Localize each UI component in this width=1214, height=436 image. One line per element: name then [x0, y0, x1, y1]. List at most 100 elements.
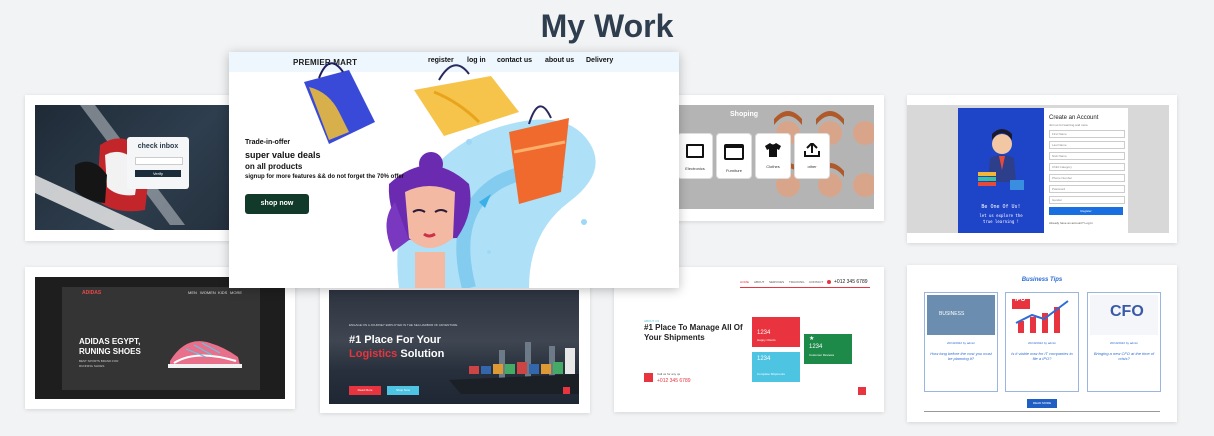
category-label: Electronics	[685, 166, 705, 171]
hero-headline-1: super value deals	[245, 150, 321, 160]
field-child-category[interactable]: Child Category	[1049, 163, 1125, 171]
running-shoe-image	[168, 341, 242, 368]
call-label: Call us for any qs	[657, 372, 681, 376]
sofa-icon	[724, 144, 744, 160]
project-screenshot: Business Tips BUSINESS 20/10/2022 by adm…	[917, 275, 1167, 415]
business-title: Business Tips	[1021, 277, 1063, 283]
shipments-headline-2: Your Shipments	[644, 333, 705, 342]
blog-post-3[interactable]: CFO 20/10/2022 by admin Bringing a new C…	[1087, 292, 1161, 392]
student-illustration	[978, 129, 1024, 190]
category-label: Clothes	[766, 164, 780, 169]
field-gender[interactable]: Gender	[1049, 196, 1125, 204]
call-number: +012 345 6789	[657, 378, 691, 384]
adidas-nav-men[interactable]: MEN	[188, 290, 197, 295]
nav-tracking[interactable]: TRACKING	[789, 280, 805, 284]
login-link[interactable]: Already have an account? Log In	[1049, 221, 1093, 225]
form-title: Create an Account	[1049, 115, 1099, 121]
post-caption: Is it viable now for IT companies to fil…	[1011, 351, 1073, 361]
phone-icon	[827, 280, 831, 284]
project-card-logistics[interactable]: ENGAGE ON A JOURNEY EMPLOYED IN THE SEA …	[320, 270, 590, 413]
nav-underline	[740, 287, 870, 288]
stat-value: 1234	[757, 330, 771, 336]
form-subtitle: Join us for learning and more	[1049, 123, 1088, 127]
adidas-hero: ADIDAS MEN WOMEN KIDS MORE ADIDAS EGYPT,…	[62, 287, 260, 390]
featured-project-premier-mart[interactable]: PREMIER MART register log in contact us …	[229, 52, 679, 288]
logistics-headline-1: #1 Place For Your	[349, 334, 441, 346]
read-more-button[interactable]: Read More	[349, 386, 381, 395]
adidas-headline-1: ADIDAS EGYPT,	[79, 337, 141, 346]
shop-now-button[interactable]: shop now	[245, 194, 309, 214]
code-input[interactable]	[135, 157, 183, 165]
post-date: 20/10/2022 by admin	[946, 341, 976, 345]
blog-post-1[interactable]: BUSINESS 20/10/2022 by admin How long be…	[924, 292, 998, 392]
field-last-name[interactable]: Last Name	[1049, 141, 1125, 149]
adidas-nav-kids[interactable]: KIDS	[218, 290, 227, 295]
register-button[interactable]: Register	[1049, 207, 1123, 215]
logistics-rest: Solution	[397, 348, 445, 360]
logistics-headline-2: Logistics Solution	[349, 348, 444, 360]
image-label: BUSINESS	[939, 311, 965, 317]
hero-headline-2: on all products	[245, 162, 303, 171]
adidas-nav-women[interactable]: WOMEN	[200, 290, 216, 295]
post-date: 20/10/2022 by admin	[1027, 341, 1057, 345]
nav-home[interactable]: HOME	[740, 280, 749, 284]
account-tagline: Be One Of Us!	[981, 204, 1021, 210]
nav-services[interactable]: SERVICES	[769, 280, 784, 284]
logistics-accent: Logistics	[349, 348, 398, 360]
category-label: Furniture	[725, 168, 742, 173]
header-phone: +012 345 6789	[834, 279, 868, 285]
project-screenshot: ADIDAS MEN WOMEN KIDS MORE ADIDAS EGYPT,…	[35, 277, 285, 399]
field-password[interactable]: Password	[1049, 185, 1125, 193]
shipments-headline-1: #1 Place To Manage All Of	[644, 323, 743, 332]
category-other[interactable]: other	[794, 133, 830, 179]
scroll-top-button[interactable]	[858, 387, 866, 395]
upload-icon	[804, 143, 820, 157]
project-card-shipments[interactable]: HOME ABOUT SERVICES TRACKING CONTACT +01…	[614, 267, 884, 412]
blog-post-2[interactable]: IPO 20/10/2022 by admin Is it viable now…	[1005, 292, 1079, 392]
stat-label: Customer Reviews	[809, 353, 835, 357]
stat-happy-clients: 1234 Happy Clients	[752, 317, 800, 347]
category-electronics[interactable]: Electronics	[677, 133, 713, 179]
logistics-eyebrow: ENGAGE ON A JOURNEY EMPLOYED IN THE SEA …	[349, 323, 458, 327]
nav-contact[interactable]: CONTACT	[809, 280, 823, 284]
check-inbox-heading: check inbox	[137, 143, 179, 150]
tshirt-icon	[765, 143, 781, 157]
verify-box: check inbox Verify	[127, 137, 189, 189]
star-icon: ★	[809, 336, 815, 342]
adidas-sub-1: BEST SPORTS BRAND FOR	[79, 359, 119, 363]
project-card-adidas[interactable]: ADIDAS MEN WOMEN KIDS MORE ADIDAS EGYPT,…	[25, 267, 295, 409]
nav-about[interactable]: ABOUT	[754, 280, 764, 284]
scroll-top-button[interactable]	[563, 387, 570, 394]
project-card-create-account[interactable]: Be One Of Us! let us explore the true le…	[907, 95, 1177, 243]
divider	[924, 411, 1160, 412]
account-tagline-3: true learning !	[982, 219, 1020, 224]
adidas-logo: ADIDAS	[82, 290, 102, 296]
field-nick-name[interactable]: Nick Name	[1049, 152, 1125, 160]
hero-tagline: Trade-in-offer	[245, 139, 291, 146]
read-more-button[interactable]: READ MORE	[1027, 399, 1057, 408]
image-label: CFO	[1110, 303, 1144, 320]
shop-now-button[interactable]: Shop Now	[387, 386, 419, 395]
post-image-cfo: CFO	[1090, 295, 1158, 335]
field-first-name[interactable]: First Name	[1049, 130, 1125, 138]
project-card-business-tips[interactable]: Business Tips BUSINESS 20/10/2022 by adm…	[907, 265, 1177, 422]
signup-side-panel: Be One Of Us! let us explore the true le…	[958, 108, 1044, 233]
project-screenshot: Be One Of Us! let us explore the true le…	[907, 105, 1169, 233]
project-screenshot: ENGAGE ON A JOURNEY EMPLOYED IN THE SEA …	[329, 290, 579, 404]
adidas-nav-more[interactable]: MORE	[230, 290, 242, 295]
post-image-business: BUSINESS	[927, 295, 995, 335]
account-tagline-2: let us explore the	[979, 213, 1023, 218]
image-label: IPO	[1015, 297, 1026, 303]
hero-subline: signup for more features && do not forge…	[245, 174, 405, 180]
category-furniture[interactable]: Furniture	[716, 133, 752, 179]
field-phone[interactable]: Phone Number	[1049, 174, 1125, 182]
stat-customer-reviews: ★ 1234 Customer Reviews	[804, 334, 852, 364]
post-date: 20/10/2022 by admin	[1109, 341, 1139, 345]
post-caption: Bringing a new CFO at the time of crisis…	[1093, 351, 1155, 361]
call-icon	[644, 373, 653, 382]
category-clothes[interactable]: Clothes	[755, 133, 791, 179]
stat-label: Complete Shipments	[757, 372, 785, 376]
stat-value: 1234	[757, 356, 771, 362]
shopping-title: Shoping	[730, 111, 758, 118]
verify-button[interactable]: Verify	[135, 170, 181, 177]
